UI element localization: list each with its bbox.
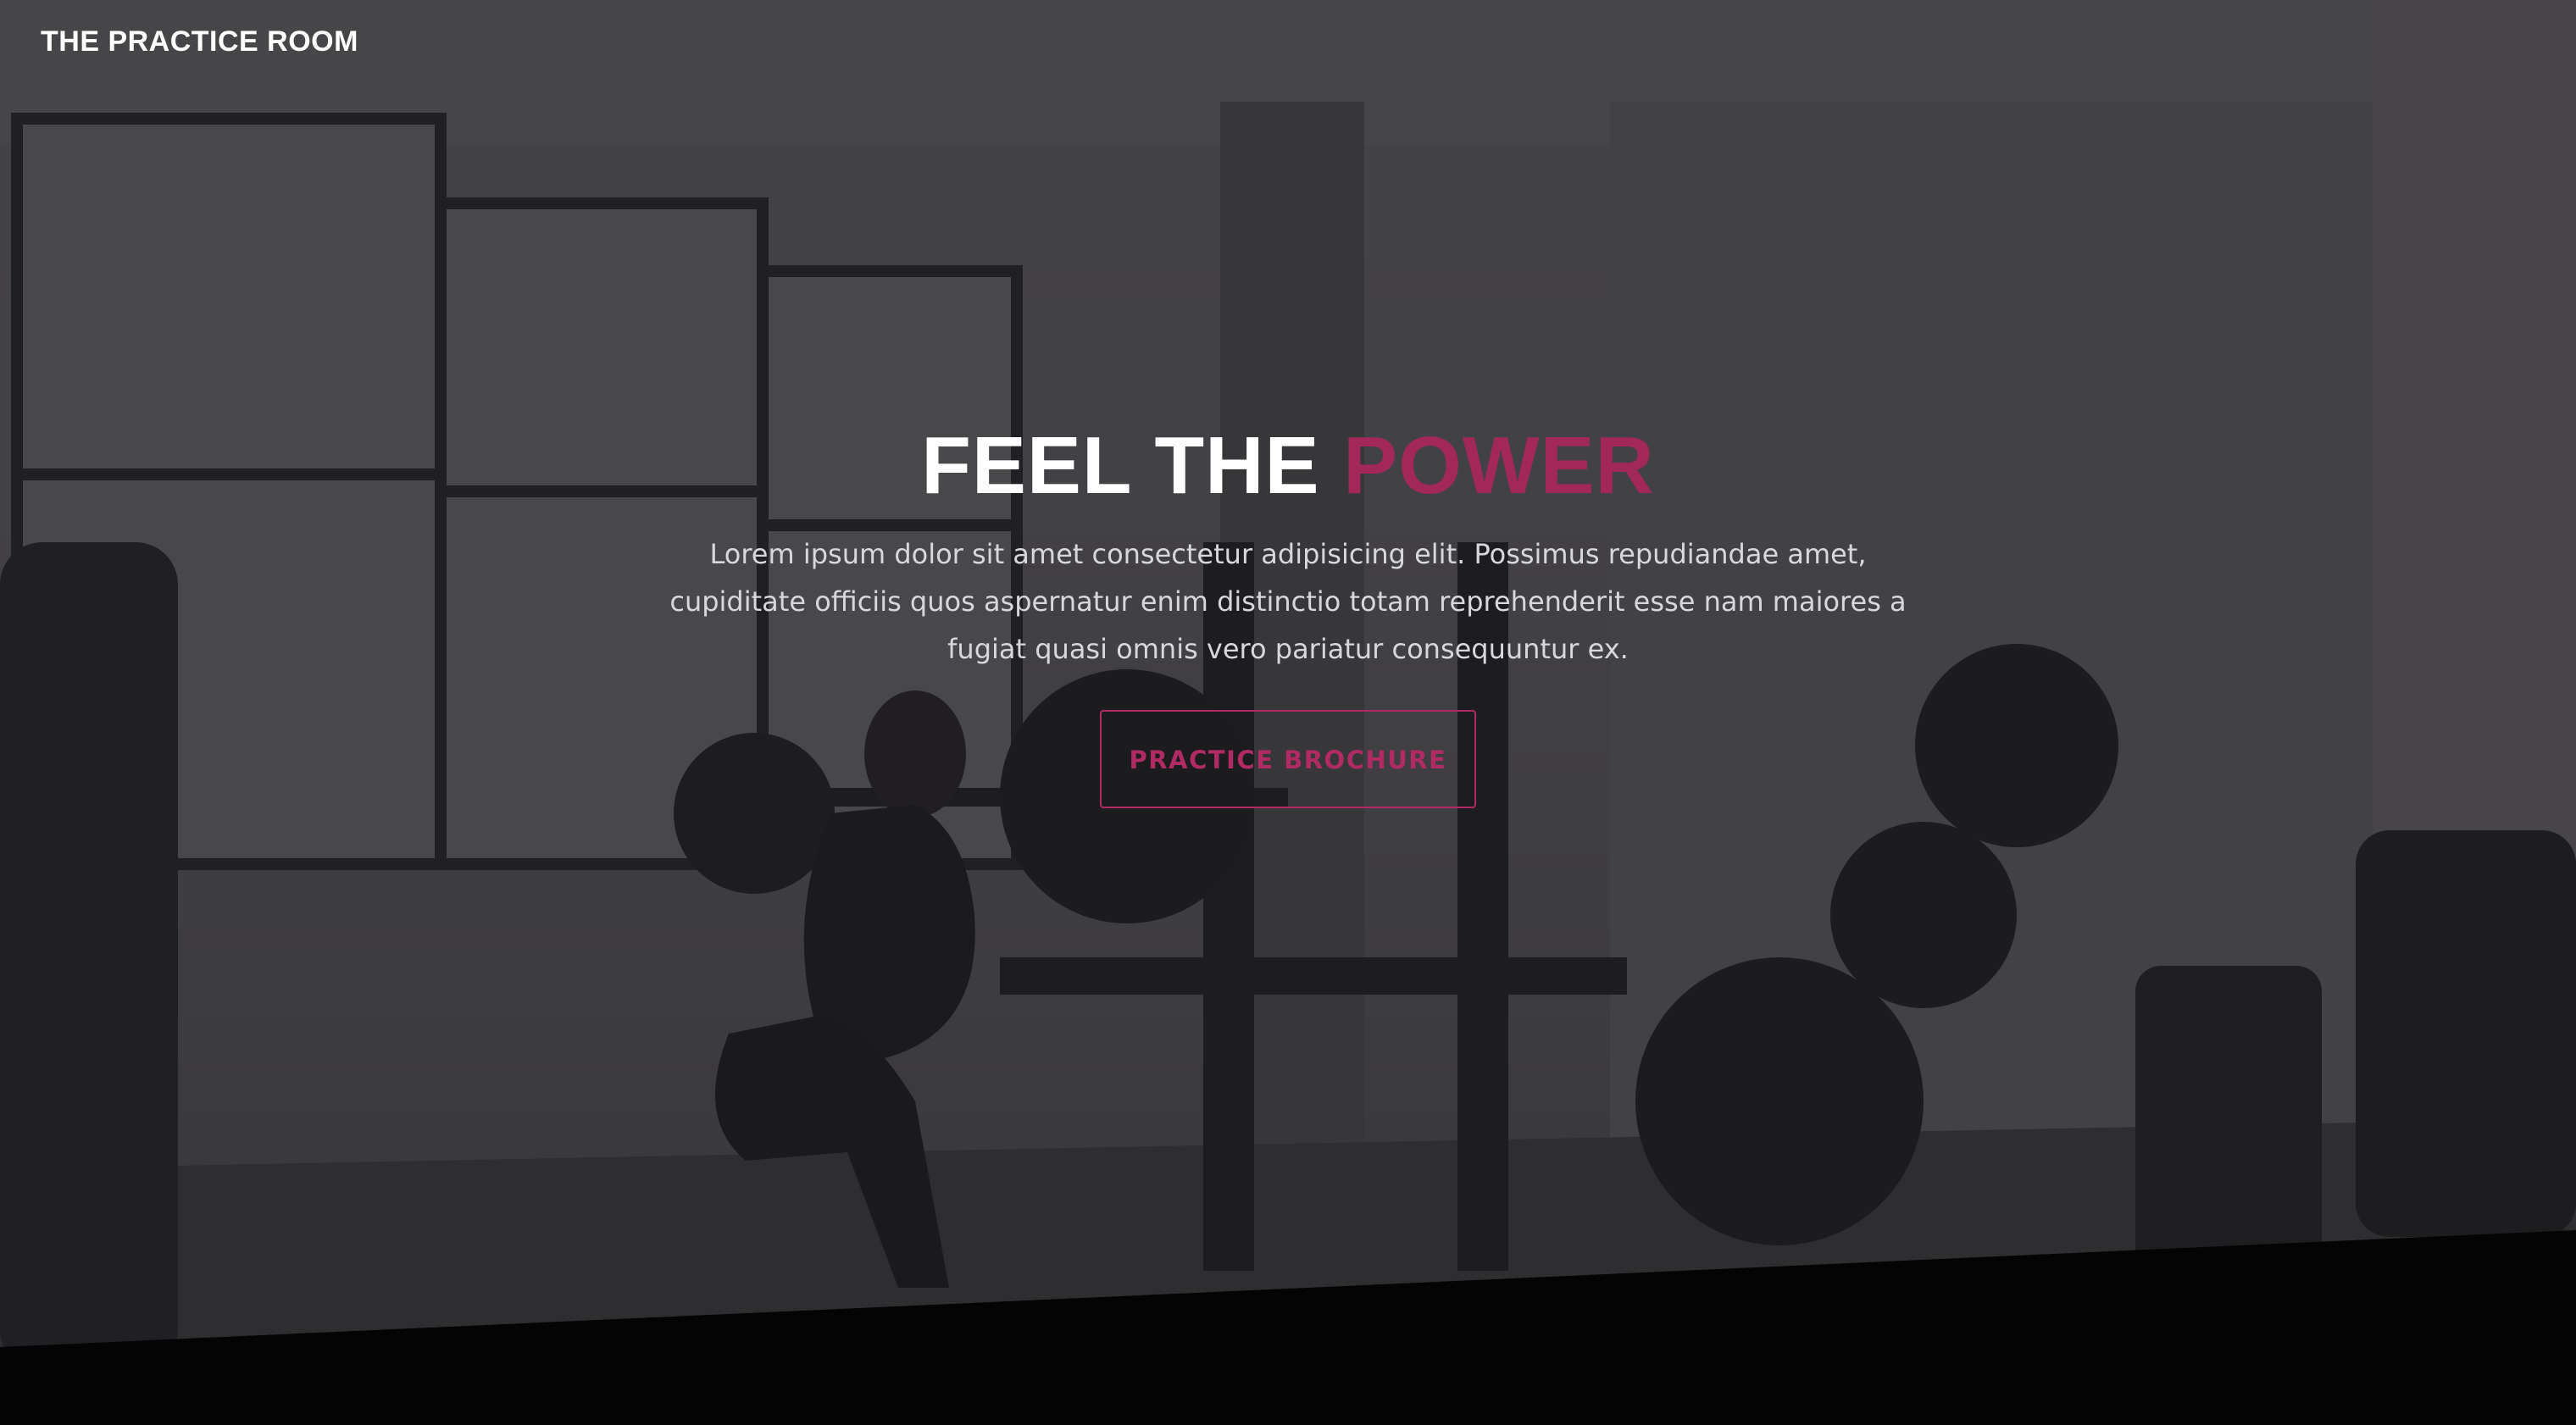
practice-brochure-button[interactable]: PRACTICE BROCHURE	[1100, 710, 1476, 808]
headline-accent: POWER	[1343, 420, 1655, 511]
hero-headline: FEEL THE POWER	[610, 415, 1966, 517]
brand-logo-text[interactable]: THE PRACTICE ROOM	[41, 25, 358, 58]
headline-prefix: FEEL THE	[921, 420, 1344, 511]
hero-content: FEEL THE POWER Lorem ipsum dolor sit ame…	[610, 415, 1966, 808]
hero-lead-text: Lorem ipsum dolor sit amet consectetur a…	[669, 538, 1907, 665]
landing-page: THE PRACTICE ROOM FEEL THE POWER Lorem i…	[0, 0, 2576, 1425]
